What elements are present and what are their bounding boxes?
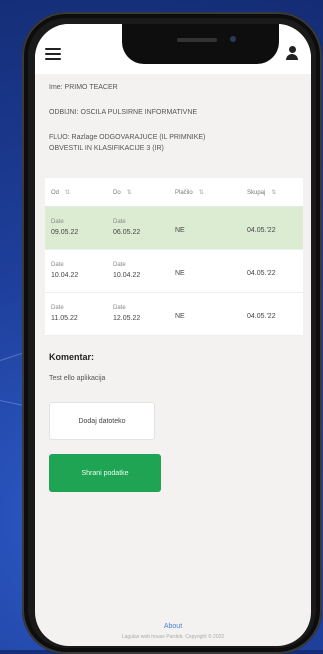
column-header-from[interactable]: Od ⇅ bbox=[45, 189, 107, 196]
phone-frame: Ime: PRIMO TEACER ODBIJNI: OSCILA PULSIR… bbox=[22, 12, 322, 654]
cell-label: Date bbox=[51, 262, 64, 268]
cell-payment: NE bbox=[175, 313, 185, 320]
sort-icon: ⇅ bbox=[65, 189, 71, 196]
info-name: Ime: PRIMO TEACER bbox=[49, 84, 118, 91]
cell-label: Date bbox=[113, 262, 126, 268]
comment-text: Test ello aplikacija bbox=[49, 375, 106, 382]
cell-from-date: 09.05.22 bbox=[51, 229, 79, 236]
cell-payment: NE bbox=[175, 227, 185, 234]
cell-label: Date bbox=[51, 219, 64, 225]
user-icon[interactable] bbox=[285, 46, 299, 62]
cell-to-date: 06.05.22 bbox=[113, 229, 141, 236]
cell-to-date: 10.04.22 bbox=[113, 272, 141, 279]
cell-to-date: 12.05.22 bbox=[113, 315, 141, 322]
phone-screen: Ime: PRIMO TEACER ODBIJNI: OSCILA PULSIR… bbox=[35, 24, 311, 646]
info-type: ODBIJNI: OSCILA PULSIRNE INFORMATIVNE bbox=[49, 109, 198, 116]
cell-label: Date bbox=[51, 305, 64, 311]
column-header-to[interactable]: Do ⇅ bbox=[107, 189, 169, 196]
cell-total: 04.05.'22 bbox=[247, 270, 276, 277]
cell-total: 04.05.'22 bbox=[247, 227, 276, 234]
cell-label: Date bbox=[113, 219, 126, 225]
footer: About Lagulas web house Pardeb. Copyrigh… bbox=[35, 623, 311, 640]
column-header-total[interactable]: Skupaj ⇅ bbox=[233, 189, 303, 196]
front-camera bbox=[230, 36, 236, 42]
hamburger-menu-icon[interactable] bbox=[45, 48, 61, 62]
table-header: Od ⇅ Do ⇅ Plačilo ⇅ Skupaj ⇅ bbox=[45, 178, 303, 207]
info-reason-1: FLUO: Razlage ODGOVARAJUCE (IL PRIMNIKE) bbox=[49, 134, 206, 141]
cell-label: Date bbox=[113, 305, 126, 311]
sort-icon: ⇅ bbox=[126, 189, 132, 196]
cell-from-date: 11.05.22 bbox=[51, 315, 78, 322]
sort-icon: ⇅ bbox=[271, 189, 277, 196]
sort-icon: ⇅ bbox=[198, 189, 204, 196]
cell-payment: NE bbox=[175, 270, 185, 277]
comment-title: Komentar: bbox=[49, 352, 95, 362]
cell-total: 04.05.'22 bbox=[247, 313, 276, 320]
add-file-button[interactable]: Dodaj datoteko bbox=[49, 402, 155, 440]
table-row[interactable]: Date 11.05.22 Date 12.05.22 NE 04.05.'22 bbox=[45, 293, 303, 336]
column-header-payment[interactable]: Plačilo ⇅ bbox=[169, 189, 233, 196]
copyright-text: Lagulas web house Pardeb. Copyright © 20… bbox=[121, 634, 225, 640]
phone-notch bbox=[122, 24, 279, 64]
table-row[interactable]: Date 09.05.22 Date 06.05.22 NE 04.05.'22 bbox=[45, 207, 303, 250]
speaker-grille bbox=[177, 38, 217, 42]
about-link[interactable]: About bbox=[35, 623, 311, 630]
data-table: Od ⇅ Do ⇅ Plačilo ⇅ Skupaj ⇅ Date 09.05.22 Da… bbox=[45, 178, 303, 336]
info-reason-2: OBVESTIL IN KLASIFIKACIJE 3 (IR) bbox=[49, 145, 164, 152]
save-button[interactable]: Shrani podatke bbox=[49, 454, 161, 492]
main-content: Ime: PRIMO TEACER ODBIJNI: OSCILA PULSIR… bbox=[35, 74, 311, 492]
cell-from-date: 10.04.22 bbox=[51, 272, 79, 279]
table-row[interactable]: Date 10.04.22 Date 10.04.22 NE 04.05.'22 bbox=[45, 250, 303, 293]
